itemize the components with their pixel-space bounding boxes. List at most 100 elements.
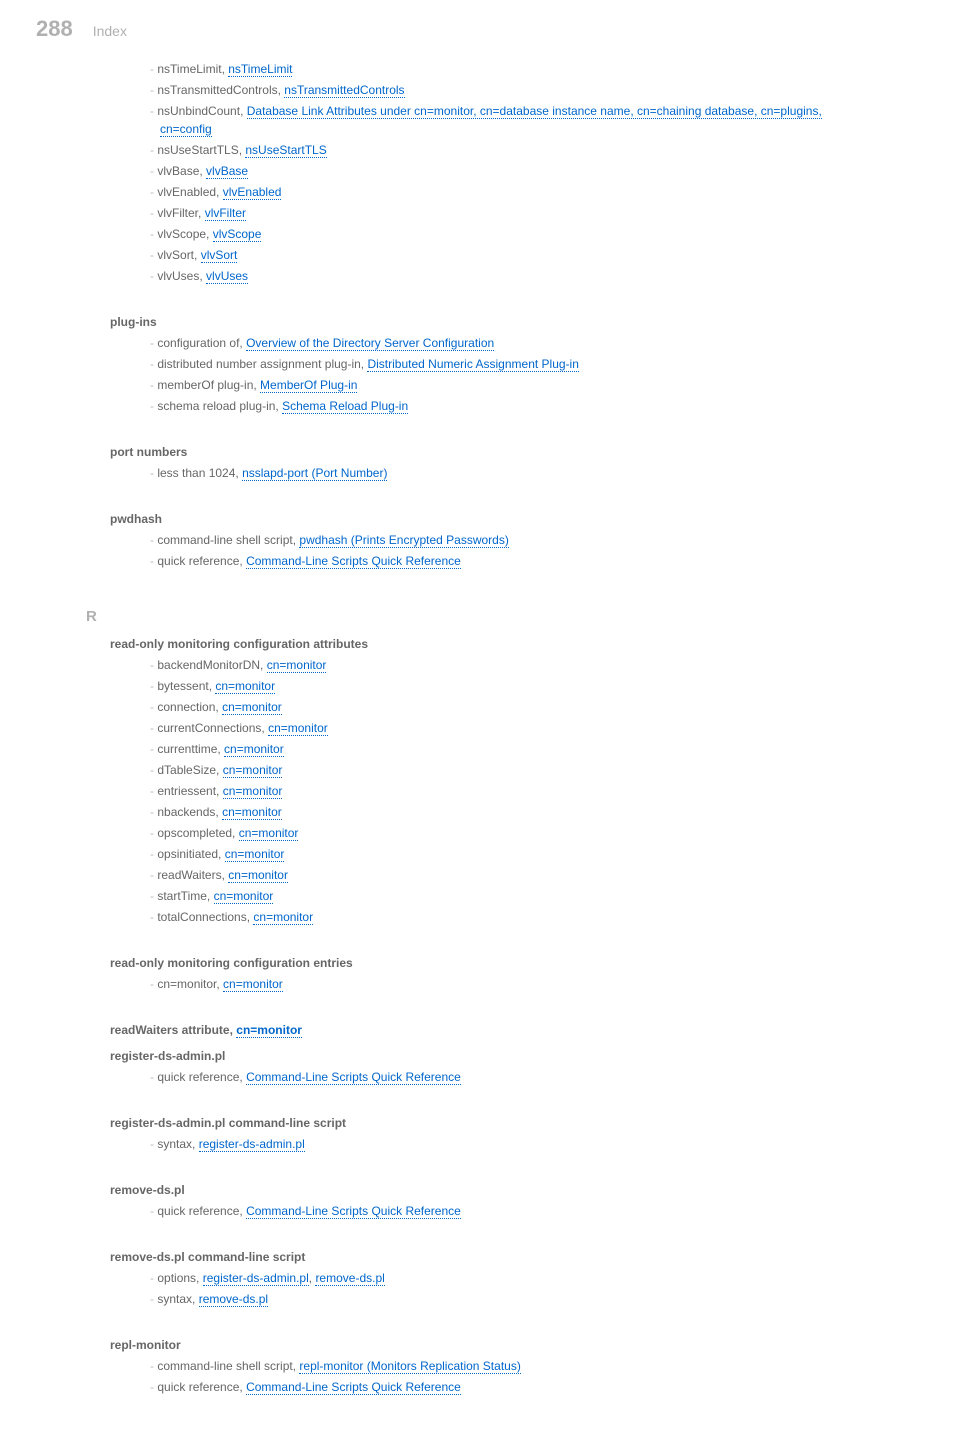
link-cn-monitor[interactable]: cn=monitor (236, 1023, 302, 1038)
list-item: command-line shell script, pwdhash (Prin… (150, 531, 870, 549)
link-cn-monitor[interactable]: cn=monitor (239, 826, 299, 841)
list-item: less than 1024, nsslapd-port (Port Numbe… (150, 464, 870, 482)
heading-remove-ds: remove-ds.pl (110, 1181, 870, 1199)
list-item: nbackends, cn=monitor (150, 803, 870, 821)
page: 288 Index nsTimeLimit, nsTimeLimit nsTra… (0, 0, 954, 1436)
content-area: nsTimeLimit, nsTimeLimit nsTransmittedCo… (0, 60, 870, 1436)
link-cn-monitor[interactable]: cn=monitor (224, 742, 284, 757)
page-number: 288 (36, 12, 73, 45)
section-plug-ins: plug-ins configuration of, Overview of t… (110, 313, 870, 415)
link-register-ds-admin[interactable]: register-ds-admin.pl (203, 1271, 309, 1286)
link-cn-monitor[interactable]: cn=monitor (267, 658, 327, 673)
list-item: nsUnbindCount, Database Link Attributes … (150, 102, 870, 138)
section-readonly-entries: read-only monitoring configuration entri… (110, 954, 870, 993)
list-item: quick reference, Command-Line Scripts Qu… (150, 1202, 870, 1220)
link-repl-monitor[interactable]: repl-monitor (Monitors Replication Statu… (299, 1359, 520, 1374)
link-cn-monitor[interactable]: cn=monitor (223, 784, 283, 799)
link-vlvbase[interactable]: vlvBase (206, 164, 248, 179)
list-item: memberOf plug-in, MemberOf Plug-in (150, 376, 870, 394)
heading-readonly-entries: read-only monitoring configuration entri… (110, 954, 870, 972)
heading-register-ds-admin-cli: register-ds-admin.pl command-line script (110, 1114, 870, 1132)
heading-port-numbers: port numbers (110, 443, 870, 461)
link-cli-quick-ref[interactable]: Command-Line Scripts Quick Reference (246, 1380, 461, 1395)
section-remove-ds: remove-ds.pl quick reference, Command-Li… (110, 1181, 870, 1220)
link-cn-monitor[interactable]: cn=monitor (214, 889, 274, 904)
list-item: startTime, cn=monitor (150, 887, 870, 905)
link-cn-monitor[interactable]: cn=monitor (223, 977, 283, 992)
section-readonly-attrs: read-only monitoring configuration attri… (110, 635, 870, 926)
list-item: vlvScope, vlvScope (150, 225, 870, 243)
link-vlvfilter[interactable]: vlvFilter (205, 206, 246, 221)
list-item: totalConnections, cn=monitor (150, 908, 870, 926)
link-nsslapd-port[interactable]: nsslapd-port (Port Number) (242, 466, 387, 481)
list-item: syntax, register-ds-admin.pl (150, 1135, 870, 1153)
link-database-link-attributes[interactable]: Database Link Attributes under cn=monito… (160, 104, 822, 137)
list-item: schema reload plug-in, Schema Reload Plu… (150, 397, 870, 415)
link-cli-quick-ref[interactable]: Command-Line Scripts Quick Reference (246, 1204, 461, 1219)
link-schema-reload[interactable]: Schema Reload Plug-in (282, 399, 408, 414)
list-item: quick reference, Command-Line Scripts Qu… (150, 552, 870, 570)
list-item: bytessent, cn=monitor (150, 677, 870, 695)
link-register-ds-admin[interactable]: register-ds-admin.pl (199, 1137, 305, 1152)
list-item: vlvFilter, vlvFilter (150, 204, 870, 222)
heading-remove-ds-cli: remove-ds.pl command-line script (110, 1248, 870, 1266)
heading-plug-ins: plug-ins (110, 313, 870, 331)
letter-heading-r: R (86, 606, 870, 629)
link-vlvuses[interactable]: vlvUses (206, 269, 248, 284)
link-cn-monitor[interactable]: cn=monitor (222, 700, 282, 715)
heading-pwdhash: pwdhash (110, 510, 870, 528)
link-cli-quick-ref[interactable]: Command-Line Scripts Quick Reference (246, 554, 461, 569)
section-readwaiters-attribute: readWaiters attribute, cn=monitor (110, 1021, 870, 1039)
section-pwdhash: pwdhash command-line shell script, pwdha… (110, 510, 870, 570)
list-item: options, register-ds-admin.pl, remove-ds… (150, 1269, 870, 1287)
list-item: vlvUses, vlvUses (150, 267, 870, 285)
link-cn-monitor[interactable]: cn=monitor (223, 763, 283, 778)
link-vlvscope[interactable]: vlvScope (213, 227, 262, 242)
list-item: vlvEnabled, vlvEnabled (150, 183, 870, 201)
link-cn-monitor[interactable]: cn=monitor (253, 910, 313, 925)
list-item: quick reference, Command-Line Scripts Qu… (150, 1378, 870, 1396)
list-item: dTableSize, cn=monitor (150, 761, 870, 779)
link-memberof-plugin[interactable]: MemberOf Plug-in (260, 378, 357, 393)
link-cn-monitor[interactable]: cn=monitor (222, 805, 282, 820)
link-cn-monitor[interactable]: cn=monitor (268, 721, 328, 736)
heading-readwaiters: readWaiters attribute, cn=monitor (110, 1021, 870, 1039)
list-item: entriessent, cn=monitor (150, 782, 870, 800)
header-title: Index (93, 21, 127, 42)
list-item: opscompleted, cn=monitor (150, 824, 870, 842)
section-register-ds-admin-cli: register-ds-admin.pl command-line script… (110, 1114, 870, 1153)
list-item: nsTimeLimit, nsTimeLimit (150, 60, 870, 78)
link-vlvsort[interactable]: vlvSort (201, 248, 238, 263)
link-distributed-numeric[interactable]: Distributed Numeric Assignment Plug-in (367, 357, 578, 372)
link-nstransmittedcontrols[interactable]: nsTransmittedControls (284, 83, 404, 98)
list-item: command-line shell script, repl-monitor … (150, 1357, 870, 1375)
list-item: vlvSort, vlvSort (150, 246, 870, 264)
link-cn-monitor[interactable]: cn=monitor (228, 868, 288, 883)
link-nstimelimit[interactable]: nsTimeLimit (228, 62, 292, 77)
link-cli-quick-ref[interactable]: Command-Line Scripts Quick Reference (246, 1070, 461, 1085)
list-item: cn=monitor, cn=monitor (150, 975, 870, 993)
list-item: backendMonitorDN, cn=monitor (150, 656, 870, 674)
section-remove-ds-cli: remove-ds.pl command-line script options… (110, 1248, 870, 1308)
link-remove-ds[interactable]: remove-ds.pl (315, 1271, 384, 1286)
list-item: opsinitiated, cn=monitor (150, 845, 870, 863)
list-item: connection, cn=monitor (150, 698, 870, 716)
list-item: nsTransmittedControls, nsTransmittedCont… (150, 81, 870, 99)
link-pwdhash[interactable]: pwdhash (Prints Encrypted Passwords) (299, 533, 508, 548)
link-nsusestarttls[interactable]: nsUseStartTLS (245, 143, 326, 158)
list-item: configuration of, Overview of the Direct… (150, 334, 870, 352)
list-item: syntax, remove-ds.pl (150, 1290, 870, 1308)
link-cn-monitor[interactable]: cn=monitor (215, 679, 275, 694)
link-overview-config[interactable]: Overview of the Directory Server Configu… (246, 336, 494, 351)
link-remove-ds[interactable]: remove-ds.pl (199, 1292, 268, 1307)
list-item: quick reference, Command-Line Scripts Qu… (150, 1068, 870, 1086)
link-cn-monitor[interactable]: cn=monitor (225, 847, 285, 862)
section-register-ds-admin: register-ds-admin.pl quick reference, Co… (110, 1047, 870, 1086)
list-item: distributed number assignment plug-in, D… (150, 355, 870, 373)
top-continuation-block: nsTimeLimit, nsTimeLimit nsTransmittedCo… (110, 60, 870, 285)
link-vlvenabled[interactable]: vlvEnabled (223, 185, 282, 200)
heading-register-ds-admin: register-ds-admin.pl (110, 1047, 870, 1065)
list-item: nsUseStartTLS, nsUseStartTLS (150, 141, 870, 159)
list-item: currentConnections, cn=monitor (150, 719, 870, 737)
list-item: readWaiters, cn=monitor (150, 866, 870, 884)
